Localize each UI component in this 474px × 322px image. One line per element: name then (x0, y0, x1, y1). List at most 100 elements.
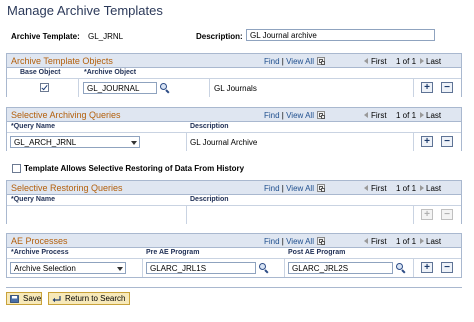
previous-arrow-icon (364, 58, 368, 64)
toolbar-divider (6, 287, 462, 288)
grid-download-icon[interactable] (317, 57, 325, 65)
base-object-header: Base Object (20, 69, 61, 76)
archive-objects-column-headers: Base Object *Archive Object (7, 68, 461, 79)
view-all-link[interactable]: View All (286, 237, 314, 246)
description-header: Description (190, 196, 229, 203)
grid-download-icon[interactable] (317, 111, 325, 119)
find-link[interactable]: Find (264, 57, 280, 66)
first-label: First (371, 184, 387, 193)
description-label: Description: (196, 32, 243, 41)
archiving-queries-grid: Selective Archiving Queries Find | View … (6, 107, 462, 151)
save-button[interactable]: Save (6, 292, 42, 305)
post-ae-program-input[interactable]: GLARC_JRL2S (288, 262, 393, 274)
pre-ae-program-header: Pre AE Program (146, 249, 200, 256)
archive-template-value: GL_JRNL (88, 32, 124, 41)
query-name-value: GL_ARCH_JRNL (14, 138, 77, 147)
ae-processes-grid: AE Processes Find | View All First 1 of … (6, 233, 462, 278)
nav-separator: | (281, 111, 284, 120)
add-row-button[interactable]: + (421, 82, 433, 93)
row-range: 1 of 1 (396, 57, 417, 66)
description-header: Description (190, 123, 229, 130)
next-arrow-icon (420, 238, 424, 244)
ae-processes-column-headers: *Archive Process Pre AE Program Post AE … (7, 248, 461, 259)
restoring-queries-caption: Selective Restoring Queries (11, 183, 123, 193)
previous-arrow-icon (364, 112, 368, 118)
archive-objects-grid-header: Archive Template Objects Find | View All… (7, 54, 461, 68)
query-description: GL Journal Archive (190, 138, 258, 147)
checkmark-icon (41, 83, 48, 91)
delete-row-button[interactable]: − (441, 82, 453, 93)
query-name-header: *Query Name (11, 123, 55, 130)
archive-object-header: *Archive Object (84, 69, 137, 76)
nav-separator: | (281, 184, 284, 193)
allow-restore-checkbox[interactable] (12, 164, 21, 173)
add-row-button: + (421, 209, 433, 220)
first-label: First (371, 57, 387, 66)
pre-ae-program-input[interactable]: GLARC_JRL1S (146, 262, 256, 274)
post-ae-program-header: Post AE Program (288, 249, 346, 256)
ae-processes-caption: AE Processes (11, 236, 68, 246)
previous-arrow-icon (364, 185, 368, 191)
query-name-header: *Query Name (11, 196, 55, 203)
chevron-down-icon (117, 267, 123, 271)
grid-download-icon[interactable] (317, 184, 325, 192)
row-range: 1 of 1 (396, 184, 417, 193)
row-range: 1 of 1 (396, 111, 417, 120)
archiving-queries-caption: Selective Archiving Queries (11, 110, 121, 120)
row-range: 1 of 1 (396, 237, 417, 246)
archive-template-label: Archive Template: (11, 32, 80, 41)
archiving-queries-row: GL_ARCH_JRNL GL Journal Archive + − (7, 133, 461, 151)
find-link[interactable]: Find (264, 237, 280, 246)
archive-objects-row: GL_JOURNAL GL Journals + − (7, 79, 461, 97)
archive-process-header: *Archive Process (11, 249, 69, 256)
last-label: Last (426, 237, 442, 246)
page-title: Manage Archive Templates (7, 3, 163, 18)
add-row-button[interactable]: + (421, 262, 433, 273)
next-arrow-icon (420, 112, 424, 118)
restoring-queries-row: + − (7, 206, 461, 224)
view-all-link[interactable]: View All (286, 184, 314, 193)
ae-processes-grid-header: AE Processes Find | View All First 1 of … (7, 234, 461, 248)
last-label: Last (426, 184, 442, 193)
nav-separator: | (281, 237, 284, 246)
next-arrow-icon (420, 58, 424, 64)
delete-row-button[interactable]: − (441, 136, 453, 147)
archive-objects-grid: Archive Template Objects Find | View All… (6, 53, 462, 97)
chevron-down-icon (131, 141, 137, 145)
view-all-link[interactable]: View All (286, 57, 314, 66)
delete-row-button[interactable]: − (441, 262, 453, 273)
archive-object-description: GL Journals (214, 84, 257, 93)
allow-restore-label: Template Allows Selective Restoring of D… (24, 164, 245, 173)
return-to-search-label: Return to Search (65, 294, 126, 303)
archive-objects-nav-links: Find | View All (264, 57, 314, 66)
archiving-queries-column-headers: *Query Name Description (7, 122, 461, 133)
find-link[interactable]: Find (264, 111, 280, 120)
previous-arrow-icon (364, 238, 368, 244)
view-all-link[interactable]: View All (286, 111, 314, 120)
lookup-icon[interactable] (259, 263, 269, 274)
last-label: Last (426, 57, 442, 66)
base-object-checkbox[interactable] (40, 83, 49, 92)
first-label: First (371, 111, 387, 120)
description-field[interactable]: GL Journal archive (246, 29, 435, 41)
first-label: First (371, 237, 387, 246)
delete-row-button: − (441, 209, 453, 220)
archive-objects-caption: Archive Template Objects (11, 56, 113, 66)
return-to-search-button[interactable]: Return to Search (48, 292, 130, 305)
archive-object-input[interactable]: GL_JOURNAL (83, 82, 157, 94)
save-button-label: Save (23, 294, 42, 303)
last-label: Last (426, 111, 442, 120)
find-link[interactable]: Find (264, 184, 280, 193)
query-name-select[interactable]: GL_ARCH_JRNL (10, 136, 140, 148)
ae-processes-row: Archive Selection GLARC_JRL1S GLARC_JRL2… (7, 259, 461, 277)
add-row-button[interactable]: + (421, 136, 433, 147)
restoring-queries-column-headers: *Query Name Description (7, 195, 461, 206)
next-arrow-icon (420, 185, 424, 191)
archive-process-select[interactable]: Archive Selection (10, 262, 126, 274)
save-icon (10, 295, 19, 303)
lookup-icon[interactable] (160, 83, 170, 94)
return-arrow-icon (52, 296, 61, 303)
grid-download-icon[interactable] (317, 237, 325, 245)
restoring-queries-grid-header: Selective Restoring Queries Find | View … (7, 181, 461, 195)
lookup-icon[interactable] (396, 263, 406, 274)
